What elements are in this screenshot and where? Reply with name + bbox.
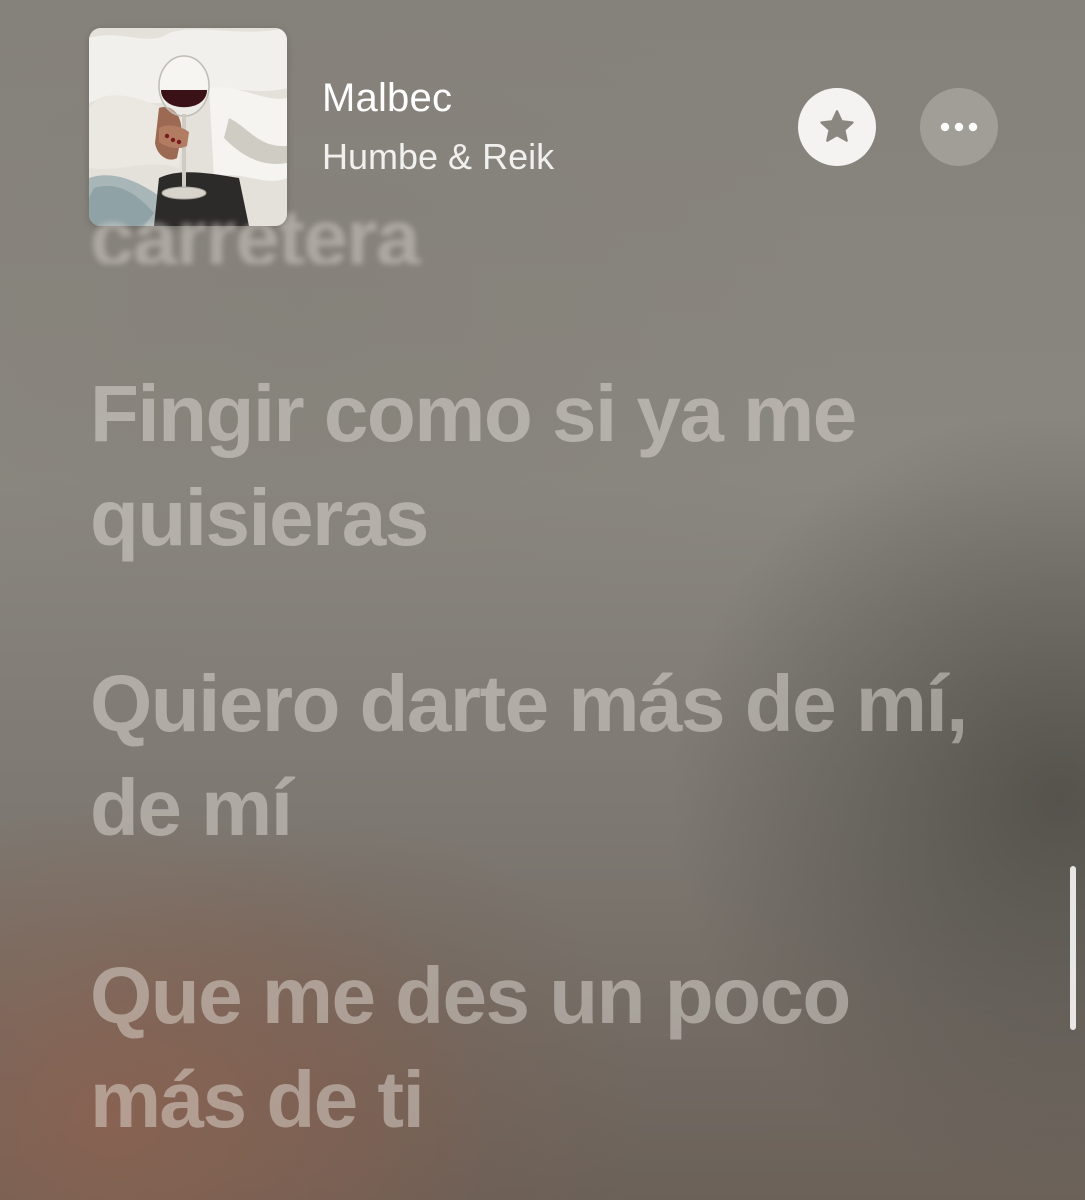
scroll-indicator[interactable] <box>1070 866 1076 1030</box>
lyric-line-previous[interactable]: carretera <box>90 176 990 264</box>
lyric-line[interactable]: Que me des un poco más de ti <box>90 944 990 1152</box>
lyric-line[interactable]: Fingir como si ya me quisieras <box>90 362 990 570</box>
ellipsis-icon <box>940 122 978 132</box>
song-title[interactable]: Malbec <box>322 76 452 121</box>
more-options-button[interactable] <box>920 88 998 166</box>
lyric-line[interactable]: Quiero darte más de mí, de mí <box>90 652 990 860</box>
star-icon <box>820 110 854 142</box>
song-artist[interactable]: Humbe & Reik <box>322 136 554 178</box>
favorite-button[interactable] <box>798 88 876 166</box>
